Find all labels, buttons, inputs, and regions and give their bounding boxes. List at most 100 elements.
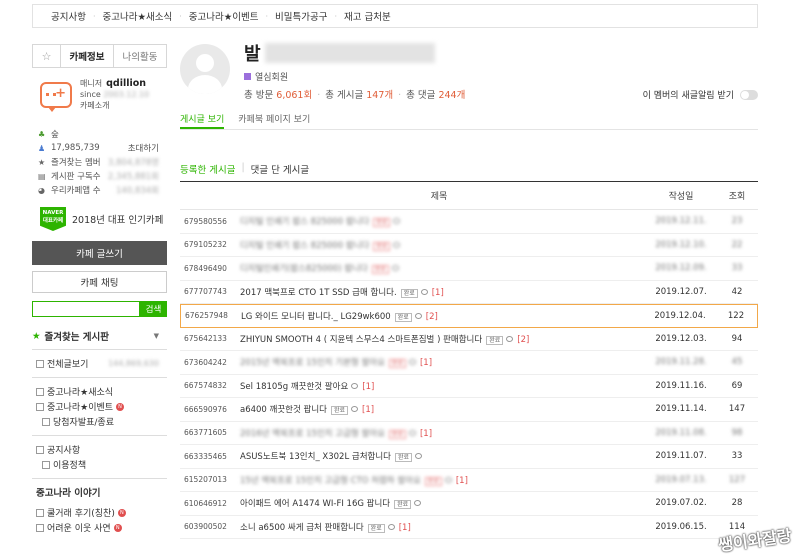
- post-title[interactable]: 2017 맥북프로 CTO 1T SSD 급매 합니다.: [240, 288, 397, 298]
- tab-commented-posts[interactable]: 댓글 단 게시글: [251, 162, 309, 176]
- board-icon: [42, 417, 50, 426]
- cafe-search-button[interactable]: 검색: [140, 301, 167, 317]
- post-title[interactable]: 디지털 인쇄기 팝스 825000 팝니다: [240, 241, 369, 251]
- post-title[interactable]: Sel 18105g 깨끗한것 팔아요: [240, 382, 348, 392]
- photo-icon: [408, 429, 416, 436]
- cafe-intro-link[interactable]: 카페소개: [80, 100, 149, 111]
- post-title[interactable]: a6400 깨끗한것 팝니다: [240, 405, 327, 415]
- table-row[interactable]: 667574832 Sel 18105g 깨끗한것 팔아요 [1] 2019.11.1…: [180, 375, 758, 398]
- post-title[interactable]: 15년 맥북프로 15인치 고급형 CTO 처렴하 팔아요: [240, 476, 421, 486]
- table-row[interactable]: 663771605 2016년 맥북프로 15인치 고급형 팔아요 완료 [1] 201…: [180, 422, 758, 445]
- photo-icon: [393, 218, 401, 225]
- menu-all-posts[interactable]: 전체글보기 144,869,630: [32, 356, 167, 371]
- post-title[interactable]: 아이패드 에어 A1474 WI-FI 16G 팝니다: [240, 499, 390, 509]
- post-views: 28: [731, 498, 743, 509]
- comment-count[interactable]: [1]: [432, 288, 444, 298]
- story-section-title: 중고나라 이야기: [36, 488, 101, 499]
- menu-news[interactable]: 중고나라★새소식: [32, 384, 167, 399]
- tab-my-activity[interactable]: 나의활동: [114, 45, 166, 67]
- board-icon: [36, 523, 44, 532]
- top-menu-stock-clearance[interactable]: 재고 급처분: [344, 9, 391, 23]
- notify-label: 이 멤버의 새글알림 받기: [642, 91, 734, 101]
- star-icon[interactable]: ☆: [33, 45, 61, 67]
- post-number: 663335465: [184, 451, 227, 461]
- comment-count[interactable]: [1]: [456, 476, 468, 486]
- menu-review[interactable]: 쿨거래 후기(칭찬) N: [32, 505, 167, 520]
- post-title-cell: 디지털 인쇄기 팝스 825000 팝니다 완료: [232, 215, 646, 228]
- header-views: 조회: [728, 192, 746, 202]
- post-number: 679105232: [184, 240, 227, 250]
- table-row[interactable]: 615207013 15년 맥북프로 15인치 고급형 CTO 처렴하 팔아요 완료…: [180, 469, 758, 492]
- table-row[interactable]: 678496490 디지털인쇄기(팝스825000) 팝니다 완료 2019.12.0…: [180, 257, 758, 281]
- status-badge: 완료: [373, 241, 391, 251]
- comment-count[interactable]: [1]: [420, 429, 432, 439]
- post-date: 2019.12.10.: [655, 239, 707, 250]
- post-title[interactable]: 2015년 맥북프로 15인치 기본형 팔아요: [240, 358, 385, 368]
- tab-cafebook[interactable]: 카페북 페이지 보기: [238, 112, 310, 129]
- comment-count[interactable]: [1]: [420, 358, 432, 368]
- post-title[interactable]: 디지털 인쇄기 팝스 825000 팝니다: [240, 217, 369, 227]
- table-row[interactable]: 610646912 아이패드 에어 A1474 WI-FI 16G 팝니다 완료 20…: [180, 492, 758, 516]
- status-badge: 완료: [424, 476, 442, 486]
- manager-name[interactable]: qdillion: [106, 78, 146, 89]
- cafe-chat-button[interactable]: 카페 채팅: [32, 271, 167, 293]
- table-row[interactable]: 666590976 a6400 깨끗한것 팝니다 완료 [1] 2019.11.14. 1…: [180, 398, 758, 422]
- tab-cafe-info[interactable]: 카페정보: [61, 45, 114, 67]
- cafe-stats: ♣ 숲 ♟ 17,985,739 초대하기 ★ 즐겨찾는 멤버 3,804,878명 ▤ 게…: [38, 127, 167, 197]
- comment-count[interactable]: [2]: [426, 312, 438, 322]
- table-row[interactable]: 675642133 ZHIYUN SMOOTH 4 ( 지윤텍 스무스4 스마트폰…: [180, 328, 758, 351]
- menu-event[interactable]: 중고나라★이벤트 N: [32, 399, 167, 414]
- comment-count[interactable]: [1]: [362, 405, 374, 415]
- menu-notice[interactable]: 공지사항: [32, 442, 167, 457]
- visit-count: 6,061회: [276, 90, 313, 101]
- caret-down-icon[interactable]: ▼: [154, 332, 159, 340]
- post-title[interactable]: 소니 a6500 싸게 급처 판매합니다: [240, 523, 364, 533]
- post-title[interactable]: ASUS노트북 13인치_ X302L 급처합니다: [240, 452, 391, 462]
- top-menu-secret-deal[interactable]: 비밀특가공구: [275, 9, 327, 23]
- cafe-search-input[interactable]: [32, 301, 140, 317]
- comment-count[interactable]: [1]: [362, 382, 374, 392]
- top-menu-news[interactable]: 중고나라★새소식: [103, 9, 173, 23]
- table-row[interactable]: 679580556 디지털 인쇄기 팝스 825000 팝니다 완료 2019.12.…: [180, 210, 758, 234]
- photo-icon: [420, 288, 428, 295]
- table-row[interactable]: 677707743 2017 맥북프로 CTO 1T SSD 급매 합니다. 완료 […: [180, 281, 758, 304]
- table-row[interactable]: 603900502 소니 a6500 싸게 급처 판매합니다 완료 [1] 2019.0…: [180, 516, 758, 539]
- post-title-cell: a6400 깨끗한것 팝니다 완료 [1]: [232, 403, 646, 416]
- status-badge: 완료: [373, 218, 391, 228]
- table-row[interactable]: 676257948 LG 와이드 모니터 팝니다._ LG29wk600 완료 [2]…: [180, 304, 758, 328]
- post-date: 2019.12.04.: [654, 310, 706, 321]
- status-badge: 완료: [388, 429, 406, 439]
- post-title[interactable]: 디지털인쇄기(팝스825000) 팝니다: [240, 264, 368, 274]
- apps-value: 140,834회: [116, 186, 159, 196]
- invite-link[interactable]: 초대하기: [128, 142, 159, 154]
- notify-toggle[interactable]: [740, 89, 758, 100]
- status-badge: 완료: [486, 335, 504, 345]
- menu-policy[interactable]: 이용정책: [32, 457, 167, 472]
- menu-winner[interactable]: 당첨자발표/종료: [32, 414, 167, 429]
- post-title[interactable]: LG 와이드 모니터 팝니다._ LG29wk600: [241, 312, 391, 322]
- table-row[interactable]: 663335465 ASUS노트북 13인치_ X302L 급처합니다 완료 2019…: [180, 445, 758, 469]
- comment-count[interactable]: [1]: [399, 523, 411, 533]
- post-title[interactable]: 2016년 맥북프로 15인치 고급형 팔아요: [240, 429, 385, 439]
- write-post-button[interactable]: 카페 글쓰기: [32, 241, 167, 265]
- post-views: 98: [731, 427, 743, 438]
- menu-separator: ·: [92, 11, 96, 21]
- table-row[interactable]: 679105232 디지털 인쇄기 팝스 825000 팝니다 완료 2019.12.…: [180, 234, 758, 257]
- tab-view-posts[interactable]: 게시글 보기: [180, 112, 225, 129]
- post-date: 2019.11.16.: [655, 380, 707, 391]
- top-menu-event[interactable]: 중고나라★이벤트: [189, 9, 259, 23]
- post-views: 94: [731, 333, 743, 344]
- board-icon: [36, 387, 44, 396]
- tab-written-posts[interactable]: 등록한 게시글: [180, 162, 235, 176]
- photo-icon: [444, 476, 452, 483]
- table-row[interactable]: 673604242 2015년 맥북프로 15인치 기본형 팔아요 완료 [1] 201…: [180, 351, 758, 375]
- top-menu-notice[interactable]: 공지사항: [51, 9, 86, 23]
- chat-plus-icon: +: [40, 81, 72, 112]
- menu-contact[interactable]: 어려운 이웃 사연 N: [32, 520, 167, 535]
- sidebar: ☆ 카페정보 나의활동 + 매니저 qdillion since 2003.12.…: [32, 44, 167, 535]
- favorite-boards-header[interactable]: ★ 즐겨찾는 게시판 ▼: [32, 329, 167, 350]
- post-title-cell: 15년 맥북프로 15인치 고급형 CTO 처렴하 팔아요 완료 [1]: [232, 474, 646, 486]
- star-icon: ★: [32, 330, 41, 342]
- post-title[interactable]: ZHIYUN SMOOTH 4 ( 지윤텍 스무스4 스마트폰짐벌 ) 판매합니…: [240, 335, 482, 345]
- comment-count[interactable]: [2]: [517, 335, 529, 345]
